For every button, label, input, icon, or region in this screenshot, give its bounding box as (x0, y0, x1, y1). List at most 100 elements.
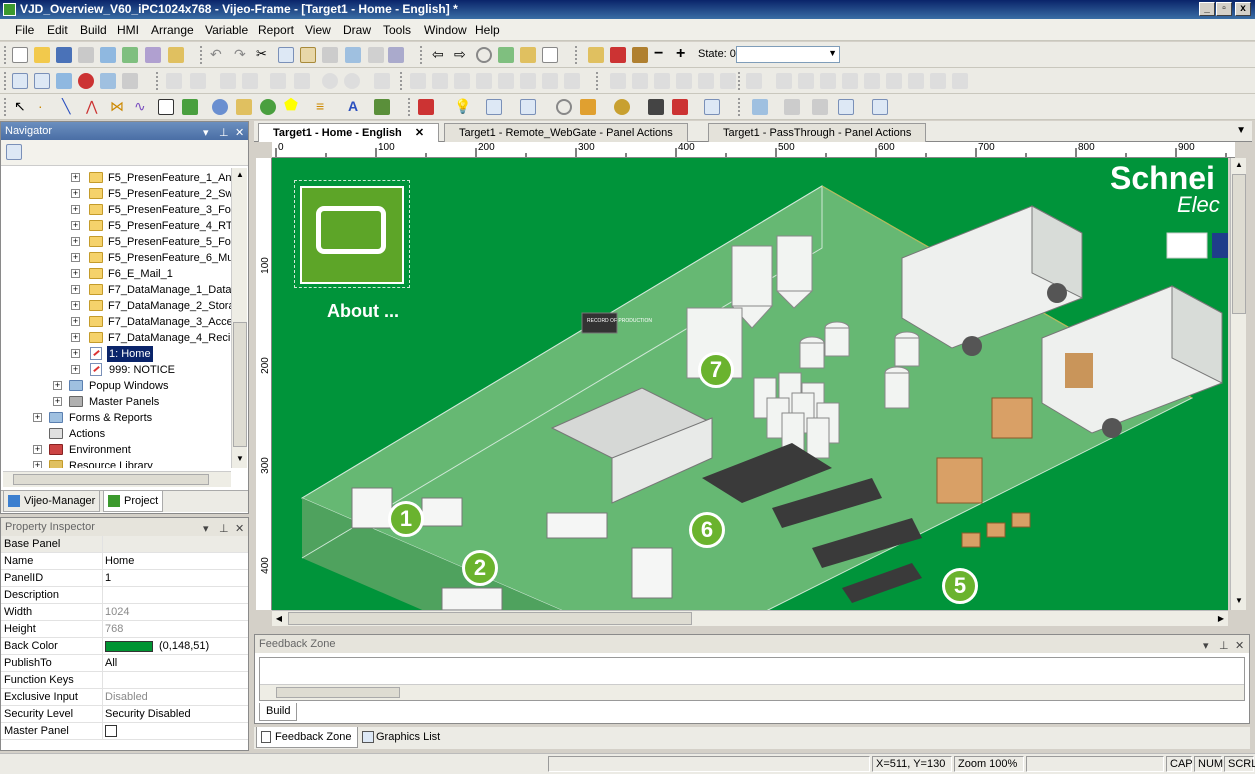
animation-icon[interactable] (798, 73, 814, 89)
property-row[interactable]: Height 768 (1, 621, 248, 638)
alarm-summary-icon[interactable] (672, 99, 688, 115)
pin-icon[interactable]: ▾ (1203, 637, 1209, 655)
expand-icon[interactable]: + (71, 253, 80, 262)
same-size-icon[interactable] (654, 73, 670, 89)
navigator-vertical-scrollbar[interactable]: ▲ ▼ (231, 168, 247, 468)
panel-icon[interactable] (542, 47, 558, 63)
expand-icon[interactable]: + (53, 381, 62, 390)
numbering-icon[interactable] (886, 73, 902, 89)
zoom-icon[interactable] (56, 73, 72, 89)
toolbar-grip[interactable] (156, 72, 159, 90)
tab-remote-webgate[interactable]: Target1 - Remote_WebGate - Panel Actions (444, 123, 688, 142)
master-panel-checkbox[interactable] (105, 725, 117, 737)
toolbar-grip[interactable] (400, 72, 403, 90)
tree-item[interactable]: + F7_DataManage_1_Data (1, 282, 231, 298)
layout-icon[interactable] (100, 73, 116, 89)
toolbar-grip[interactable] (575, 46, 578, 64)
curve-icon[interactable]: ∿ (134, 99, 150, 115)
lock-icon[interactable] (632, 47, 648, 63)
property-value[interactable]: 768 (105, 621, 123, 638)
plus-icon[interactable]: + (676, 46, 692, 63)
align-bottom-icon[interactable] (520, 73, 536, 89)
menu-hmi[interactable]: HMI (117, 23, 139, 37)
replace-icon[interactable] (368, 47, 384, 63)
hotspot-badge-5[interactable]: 5 (942, 568, 978, 604)
paste-icon[interactable] (300, 47, 316, 63)
property-row[interactable]: Name Home (1, 553, 248, 570)
bring-front-icon[interactable] (220, 73, 236, 89)
tree-item[interactable]: + Master Panels (1, 394, 231, 410)
bar-graph-icon[interactable] (580, 99, 596, 115)
image-icon[interactable] (374, 99, 390, 115)
menu-file[interactable]: File (15, 23, 34, 37)
toolbar-grip[interactable] (408, 98, 411, 116)
screen-icon[interactable] (838, 99, 854, 115)
expand-icon[interactable]: + (71, 333, 80, 342)
close-icon[interactable]: ✕ (1235, 637, 1244, 655)
tree-item[interactable]: + F5_PresenFeature_2_Sw (1, 186, 231, 202)
property-row[interactable]: Master Panel (1, 723, 248, 740)
polygon-shape-icon[interactable]: ⬟ (284, 98, 300, 115)
redo-icon[interactable]: ↷ (234, 47, 250, 63)
print-icon[interactable] (78, 47, 94, 63)
tree-item[interactable]: + F7_DataManage_4_Recip (1, 330, 231, 346)
alarm-icon[interactable] (610, 47, 626, 63)
rotate-free-icon[interactable] (344, 73, 360, 89)
polyline-icon[interactable]: ⋀ (86, 99, 102, 115)
ungroup-icon[interactable] (190, 73, 206, 89)
tree-item[interactable]: + Resource Library (1, 458, 231, 468)
property-row[interactable]: PublishTo All (1, 655, 248, 672)
expand-icon[interactable]: + (71, 269, 80, 278)
hotspot-badge-7[interactable]: 7 (698, 352, 734, 388)
tab-graphics-list[interactable]: Graphics List (358, 727, 446, 748)
cut-icon[interactable]: ✂ (256, 47, 272, 63)
tree-item[interactable]: + F5_PresenFeature_5_Fo (1, 234, 231, 250)
menu-draw[interactable]: Draw (343, 23, 371, 37)
view-icon[interactable] (12, 73, 28, 89)
tree-item[interactable]: + Environment (1, 442, 231, 458)
expand-icon[interactable]: + (53, 397, 62, 406)
menu-variable[interactable]: Variable (205, 23, 248, 37)
toolbar-grip[interactable] (738, 98, 741, 116)
tree-item-home[interactable]: + 1: Home (1, 346, 231, 362)
meter-icon[interactable] (556, 99, 572, 115)
property-value[interactable]: 1024 (105, 604, 129, 621)
properties-icon[interactable] (6, 144, 22, 160)
expand-icon[interactable]: + (71, 189, 80, 198)
expand-icon[interactable]: + (71, 285, 80, 294)
picture-icon[interactable] (614, 99, 630, 115)
back-color-swatch[interactable] (105, 641, 153, 652)
back-arrow-icon[interactable]: ⇦ (432, 47, 448, 63)
expand-icon[interactable]: + (71, 349, 80, 358)
property-value[interactable]: Disabled (105, 689, 148, 706)
expand-icon[interactable]: + (71, 365, 80, 374)
lamp-icon[interactable]: 💡 (454, 99, 471, 115)
tree-item[interactable]: + F5_PresenFeature_3_Fo (1, 202, 231, 218)
rectangle-icon[interactable] (158, 99, 174, 115)
delete-icon[interactable] (322, 47, 338, 63)
tab-vijeo-manager[interactable]: Vijeo-Manager (3, 491, 101, 512)
download-icon[interactable] (168, 47, 184, 63)
property-value[interactable]: All (105, 655, 117, 672)
link-icon[interactable] (820, 73, 836, 89)
copy-icon[interactable] (278, 47, 294, 63)
security-icon[interactable] (588, 47, 604, 63)
canvas-vertical-scrollbar[interactable]: ▲ ▼ (1230, 158, 1246, 610)
navigator-horizontal-scrollbar[interactable] (3, 471, 231, 487)
text-display-icon[interactable] (520, 99, 536, 115)
minimize-button[interactable]: _ (1199, 2, 1215, 16)
text-icon[interactable]: A (348, 99, 364, 115)
space-v-icon[interactable] (698, 73, 714, 89)
align-top-icon[interactable] (476, 73, 492, 89)
tab-feedback-zone[interactable]: Feedback Zone (256, 727, 359, 748)
menu-edit[interactable]: Edit (47, 23, 68, 37)
menu-window[interactable]: Window (424, 23, 467, 37)
hotspot-badge-6[interactable]: 6 (689, 512, 725, 548)
autohide-icon[interactable]: ⊥ (1219, 637, 1229, 655)
tree-item[interactable]: + F5_PresenFeature_1_An (1, 170, 231, 186)
flip-icon[interactable] (270, 73, 286, 89)
expand-icon[interactable]: + (71, 237, 80, 246)
toolbar-grip[interactable] (738, 72, 741, 90)
align-right-icon[interactable] (454, 73, 470, 89)
property-row[interactable]: Security Level Security Disabled (1, 706, 248, 723)
